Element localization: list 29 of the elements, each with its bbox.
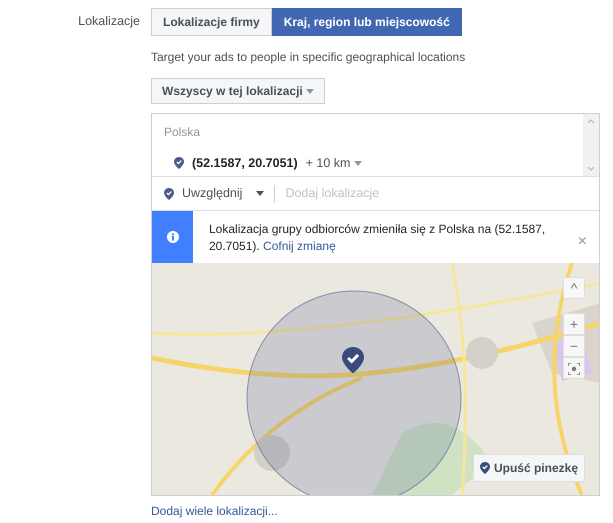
zoom-out-button[interactable]: − [563, 335, 585, 357]
description-text: Target your ads to people in specific geographical locations [151, 49, 466, 66]
caret-icon [256, 191, 264, 196]
location-pin-icon [480, 462, 490, 474]
location-name: (52.1587, 20.7051) [192, 155, 298, 172]
caret-icon [354, 160, 362, 166]
caret-icon [306, 89, 314, 94]
country-label: Polska [164, 124, 202, 141]
tab[interactable]: Lokalizacje firmy [151, 8, 272, 36]
tab[interactable]: Kraj, region lub miejscowość [272, 8, 462, 36]
location-pin-icon [174, 157, 184, 170]
location-pin-icon [164, 188, 174, 200]
radius-dropdown[interactable]: + 10 km [306, 154, 362, 173]
recenter-button[interactable] [563, 357, 585, 379]
undo-link[interactable]: Cofnij zmianę [263, 239, 336, 253]
field-label: Lokalizacje [77, 13, 141, 30]
scroll-up-icon[interactable] [587, 118, 595, 124]
drop-pin-button[interactable]: Upuść pinezkę [472, 454, 585, 482]
notice-text: Lokalizacja grupy odbiorców zmieniła się z Polska na (52.1587, 20.7051). Cofnij zmianę [208, 221, 546, 255]
location-pin-icon [342, 347, 364, 374]
collapse-button[interactable]: ^ [563, 277, 585, 299]
scroll-down-icon[interactable] [587, 166, 595, 172]
include-dropdown[interactable]: Uwzględnij [164, 184, 264, 203]
add-multiple-link[interactable]: Dodaj wiele lokalizacji... [151, 502, 278, 520]
zoom-in-button[interactable]: + [563, 313, 585, 335]
scroll-bar[interactable] [583, 114, 599, 176]
recenter-icon [568, 363, 580, 376]
audience-dropdown[interactable]: Wszyscy w tej lokalizacji [151, 78, 326, 104]
info-icon [166, 231, 178, 243]
